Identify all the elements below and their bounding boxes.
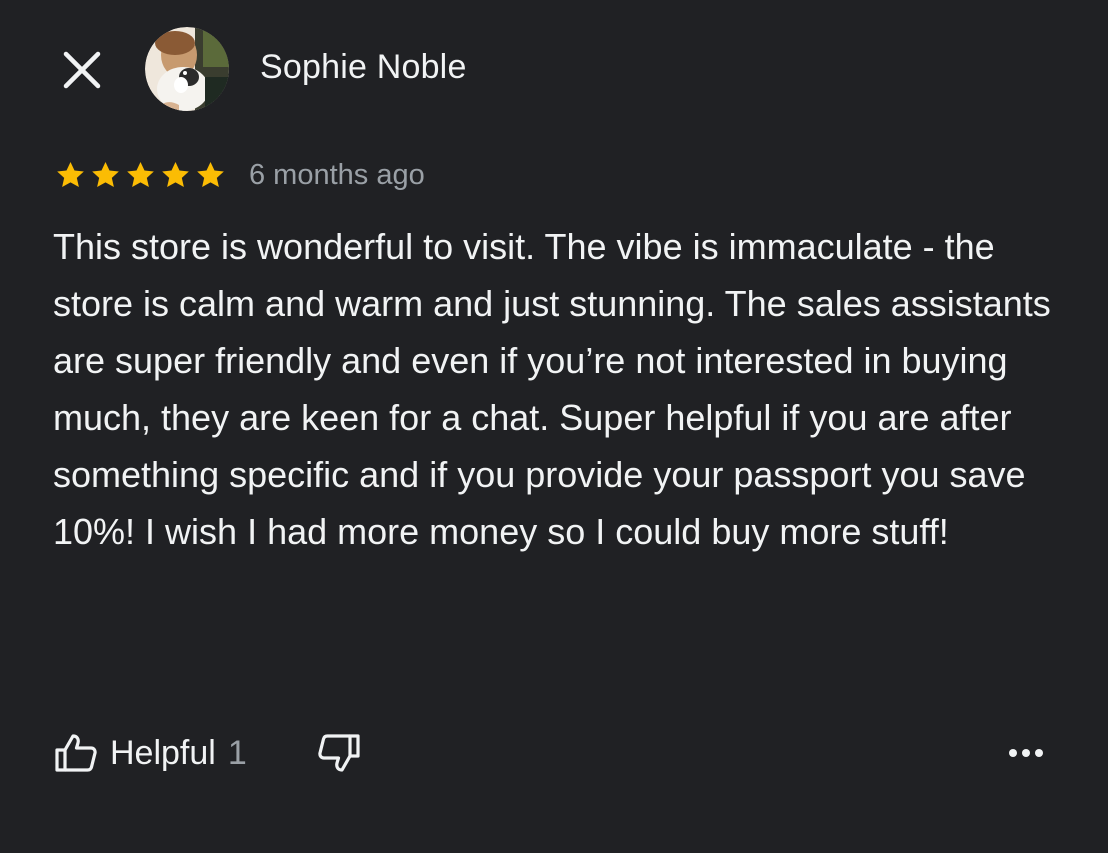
star-icon [57, 161, 84, 187]
more-horizontal-icon [1009, 749, 1043, 757]
avatar[interactable] [145, 27, 229, 111]
close-button[interactable] [58, 46, 106, 94]
review-text: This store is wonderful to visit. The vi… [53, 226, 1051, 552]
close-icon [63, 51, 101, 89]
rating-row: 6 months ago [54, 155, 425, 195]
review-actions: Helpful 1 [54, 726, 361, 780]
star-icon [197, 161, 224, 187]
helpful-button[interactable]: Helpful 1 [54, 733, 247, 773]
star-icon [92, 161, 119, 187]
helpful-label: Helpful [110, 733, 216, 772]
not-helpful-button[interactable] [317, 733, 361, 773]
thumbs-up-icon [55, 734, 97, 772]
star-icon [162, 161, 189, 187]
profile-photo [145, 27, 229, 111]
helpful-count: 1 [227, 733, 247, 772]
thumbs-down-icon [318, 734, 360, 772]
more-options-button[interactable] [1004, 731, 1048, 775]
review-timestamp: 6 months ago [249, 158, 425, 191]
star-rating [54, 159, 227, 192]
star-icon [127, 161, 154, 187]
author-name[interactable]: Sophie Noble [260, 48, 467, 87]
